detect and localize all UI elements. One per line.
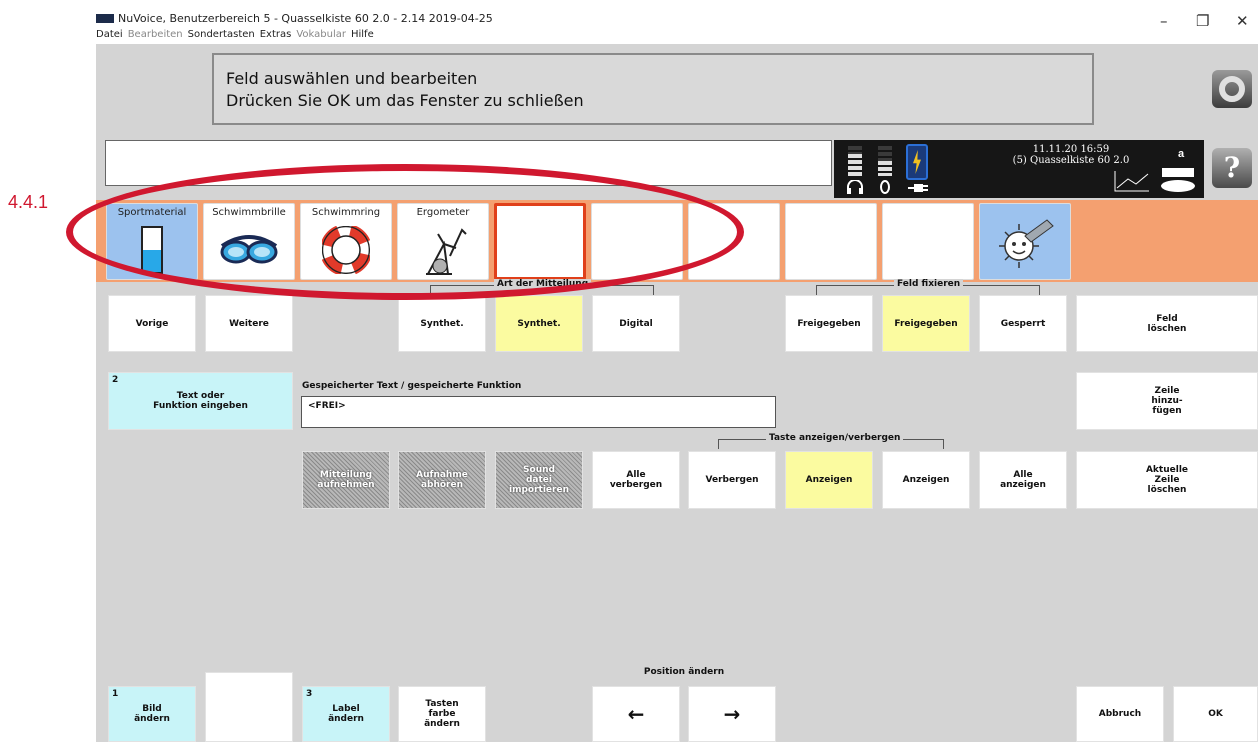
text-eingeben-label: Text oder Funktion eingeben [153,391,248,411]
keyboard-icon [1161,168,1195,192]
alle-anzeigen-button[interactable]: Alle anzeigen [979,451,1067,509]
window-title: NuVoice, Benutzerbereich 5 - Quasselkist… [118,12,493,25]
mitteilung-aufnehmen-button[interactable]: Mitteilung aufnehmen [302,451,390,509]
sound-importieren-button[interactable]: Sound datei importieren [495,451,583,509]
annotation-ellipse [66,164,744,300]
vocab-key-empty-8[interactable] [785,203,877,280]
settings-button[interactable] [1212,70,1252,108]
menu-bearbeiten[interactable]: Bearbeiten [128,29,183,40]
digital-button[interactable]: Digital [592,295,680,352]
ok-button[interactable]: OK [1173,686,1258,742]
image-preview-button[interactable] [205,672,293,742]
menu-hilfe[interactable]: Hilfe [351,29,374,40]
tastenfarbe-aendern-button[interactable]: Tasten farbe ändern [398,686,486,742]
arrow-left-icon: ← [627,702,645,726]
editor-window: Feld auswählen und bearbeiten Drücken Si… [96,44,1258,742]
gear-icon [1219,76,1245,102]
mic-level [878,161,892,176]
sun-pencil-icon [999,219,1054,268]
menu-sondertasten[interactable]: Sondertasten [188,29,255,40]
plug-icon [908,184,928,192]
anzeigen-button-2[interactable]: Anzeigen [882,451,970,509]
app-icon [96,14,114,23]
menu-extras[interactable]: Extras [260,29,292,40]
annotation-label: 4.4.1 [8,192,49,212]
minimize-button[interactable]: – [1160,12,1168,30]
status-date: 11.11.20 16:59 [1032,144,1110,155]
feld-loeschen-button[interactable]: Feld löschen [1076,295,1258,352]
group-title-taste: Taste anzeigen/verbergen [766,433,904,443]
alle-verbergen-button[interactable]: Alle verbergen [592,451,680,509]
status-letter: a [1178,148,1185,160]
vocab-key-edit[interactable] [979,203,1071,280]
group-title-feld: Feld fixieren [894,279,964,289]
menu-datei[interactable]: Datei [96,29,123,40]
move-left-button[interactable]: ← [592,686,680,742]
status-info: 11.11.20 16:59 (5) Quasselkiste 60 2.0 [986,144,1156,166]
gesperrt-button[interactable]: Gesperrt [979,295,1067,352]
synthet-button-2[interactable]: Synthet. [495,295,583,352]
instruction-line-2: Drücken Sie OK um das Fenster zu schließ… [226,91,584,110]
stored-function-label: Gespeicherter Text / gespeicherte Funkti… [302,381,522,391]
status-vocabulary: (5) Quasselkiste 60 2.0 [1012,155,1130,166]
anzeigen-button-1[interactable]: Anzeigen [785,451,873,509]
help-button[interactable]: ? [1212,148,1252,188]
chart-icon [1114,171,1149,192]
aktuelle-zeile-loeschen-button[interactable]: Aktuelle Zeile löschen [1076,451,1258,509]
bild-number: 1 [112,689,119,699]
freigegeben-button-2[interactable]: Freigegeben [882,295,970,352]
volume-level [848,153,862,176]
label-aendern-button[interactable]: 3 Label ändern [302,686,390,742]
bild-aendern-button[interactable]: 1 Bild ändern [108,686,196,742]
instruction-line-1: Feld auswählen und bearbeiten [226,69,478,88]
title-bar: NuVoice, Benutzerbereich 5 - Quasselkist… [0,0,1258,44]
abbruch-button[interactable]: Abbruch [1076,686,1164,742]
verbergen-button[interactable]: Verbergen [688,451,776,509]
aufnahme-abhoeren-button[interactable]: Aufnahme abhören [398,451,486,509]
menu-bar: Datei Bearbeiten Sondertasten Extras Vokabul… [96,29,379,40]
stored-function-input[interactable]: <FREI> [301,396,776,428]
menu-vokabular[interactable]: Vokabular [296,29,346,40]
position-aendern-label: Position ändern [643,667,725,677]
move-right-button[interactable]: → [688,686,776,742]
status-panel: 11.11.20 16:59 (5) Quasselkiste 60 2.0 a [834,140,1204,198]
weitere-button[interactable]: Weitere [205,295,293,352]
instruction-box: Feld auswählen und bearbeiten Drücken Si… [212,53,1094,125]
text-eingeben-button[interactable]: 2 Text oder Funktion eingeben [108,372,293,430]
vocab-key-empty-9[interactable] [882,203,974,280]
arrow-right-icon: → [723,702,741,726]
vorige-button[interactable]: Vorige [108,295,196,352]
zeile-hinzufuegen-button[interactable]: Zeile hinzu- fügen [1076,372,1258,430]
volume-meter [848,146,862,176]
label-number: 3 [306,689,313,699]
close-button[interactable]: ✕ [1236,12,1249,30]
microphone-icon [880,180,890,194]
bild-label: Bild ändern [134,704,170,724]
battery-icon [906,144,928,180]
mic-meter [878,146,892,176]
headphones-icon [847,180,863,194]
text-eingeben-number: 2 [112,375,119,385]
synthet-button-1[interactable]: Synthet. [398,295,486,352]
freigegeben-button-1[interactable]: Freigegeben [785,295,873,352]
label-label: Label ändern [328,704,364,724]
maximize-button[interactable]: ❐ [1196,12,1209,30]
